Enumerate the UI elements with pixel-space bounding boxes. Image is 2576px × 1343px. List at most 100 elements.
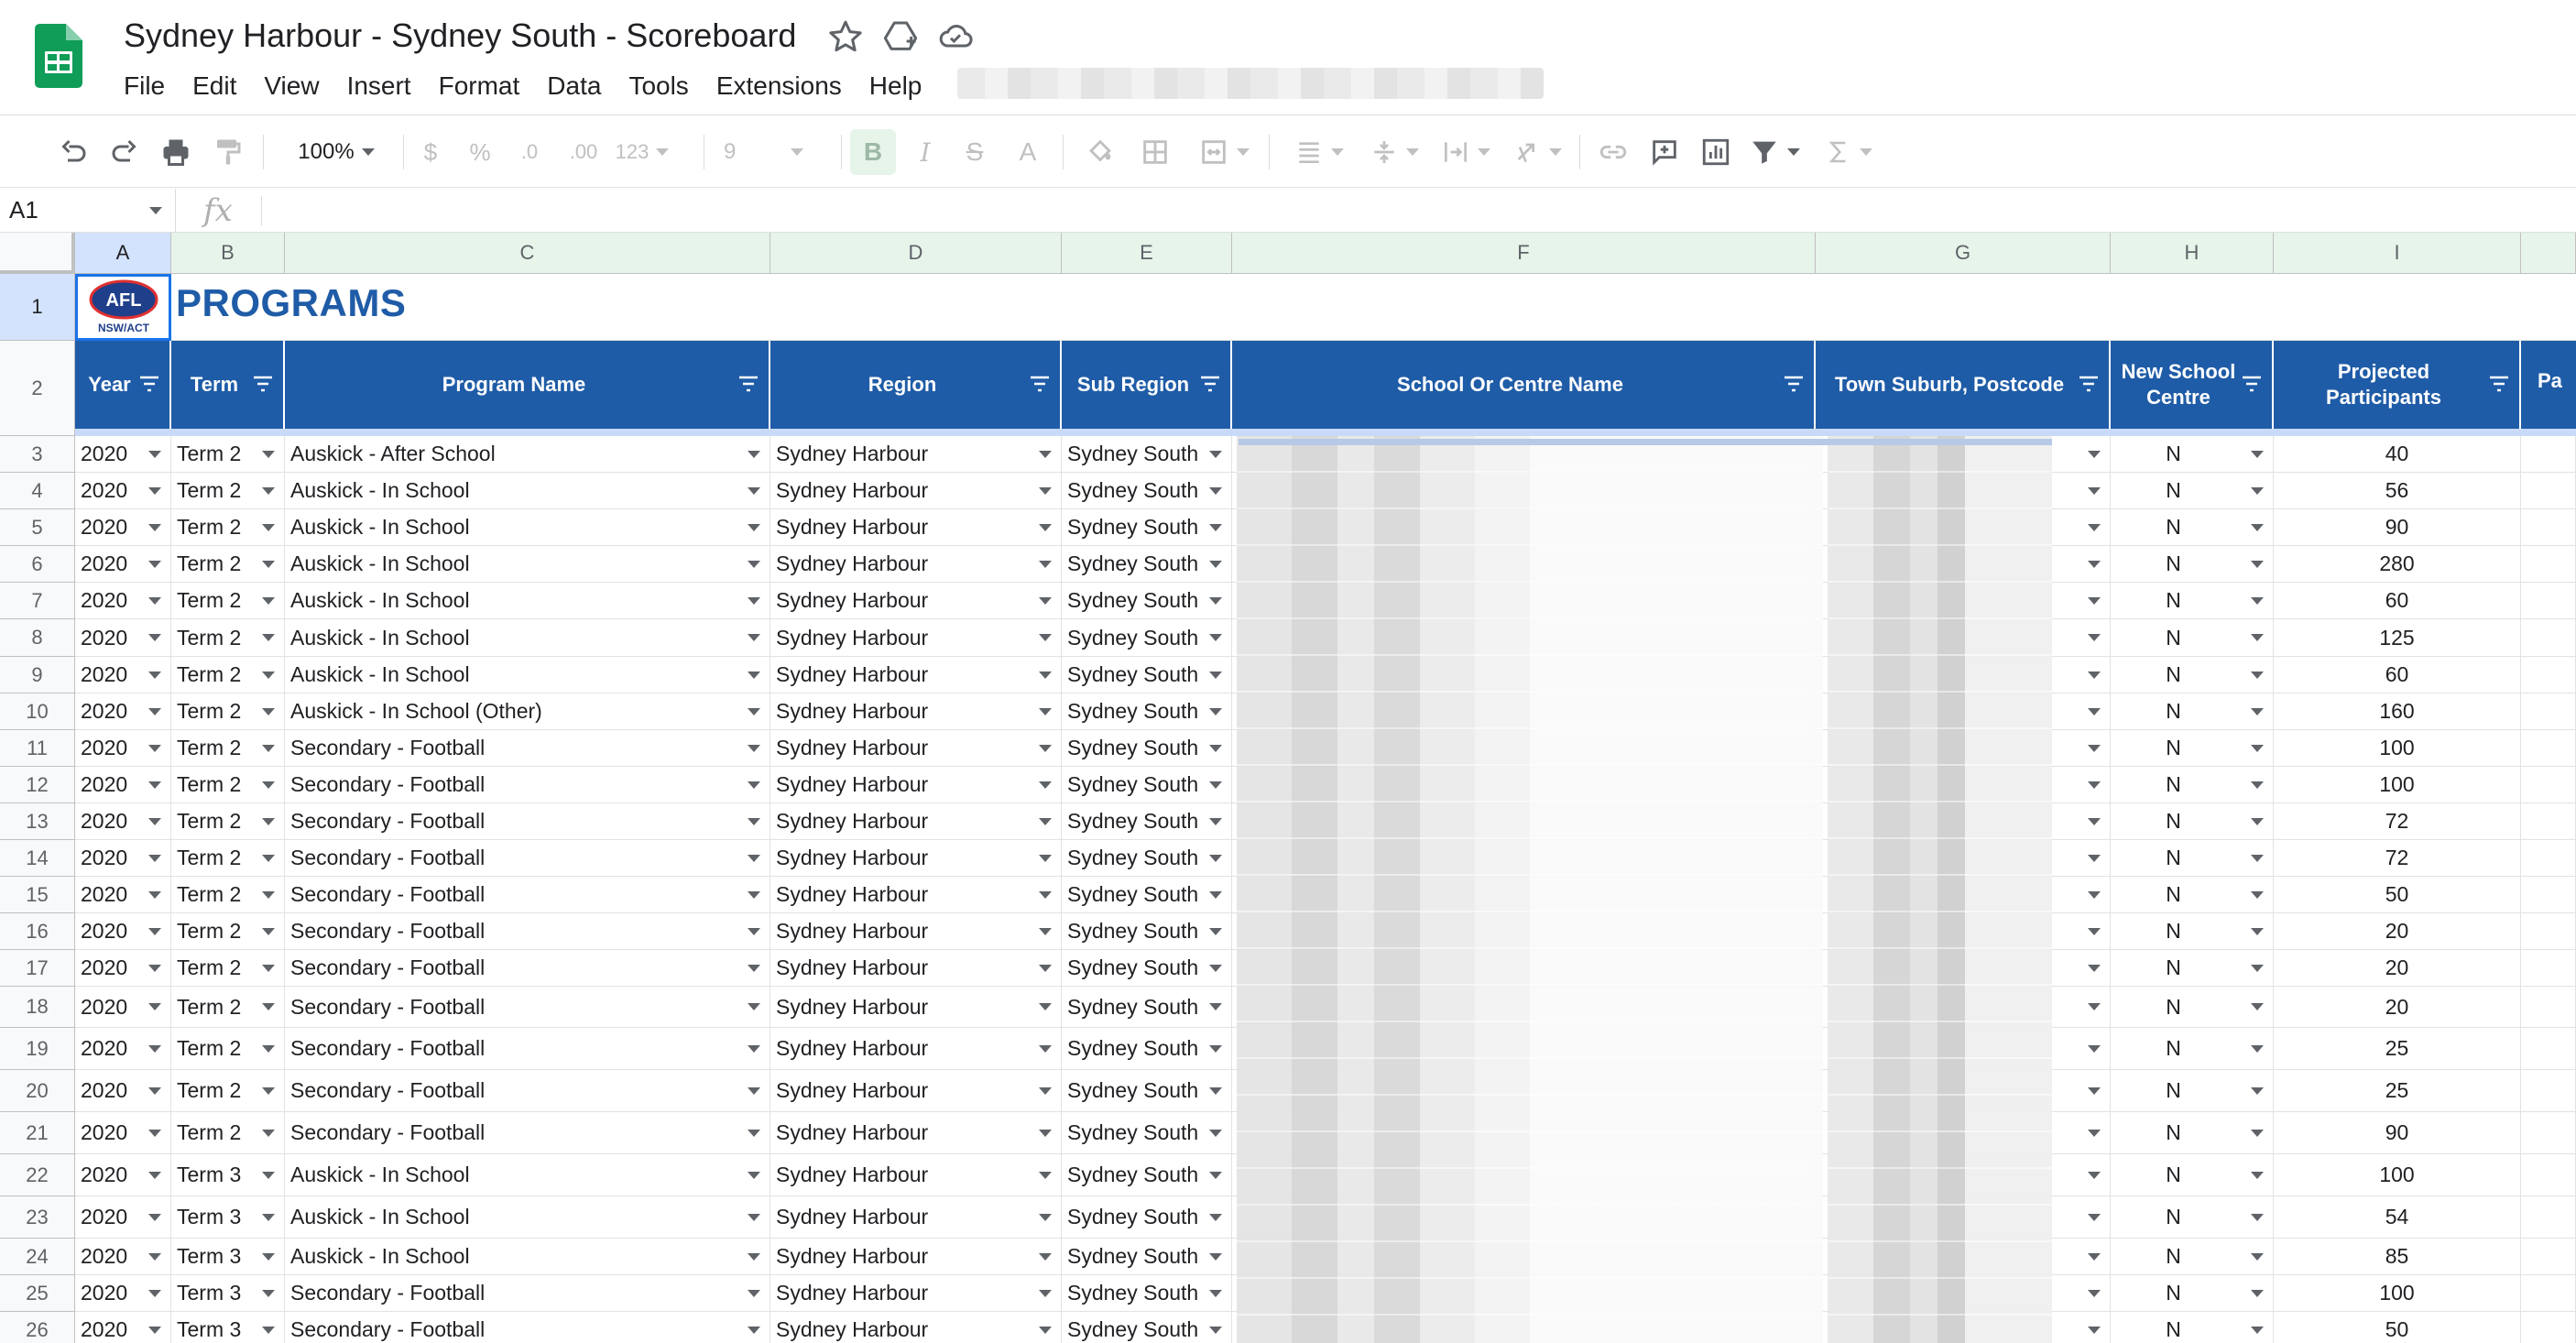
table-cell[interactable] — [2521, 546, 2576, 582]
table-cell[interactable] — [2521, 950, 2576, 986]
table-cell[interactable]: N — [2111, 509, 2274, 545]
table-cell[interactable]: 60 — [2274, 657, 2521, 693]
dropdown-chevron-icon[interactable] — [2251, 560, 2264, 568]
table-cell[interactable]: Sydney Harbour — [770, 913, 1062, 949]
table-cell[interactable]: 60 — [2274, 583, 2521, 618]
dropdown-chevron-icon[interactable] — [2088, 560, 2101, 568]
dropdown-chevron-icon[interactable] — [1209, 1289, 1222, 1297]
currency-format-button[interactable]: $ — [414, 129, 447, 175]
table-cell[interactable] — [2521, 1028, 2576, 1069]
table-cell[interactable]: Secondary - Football — [285, 913, 770, 949]
table-cell[interactable]: Sydney South — [1062, 730, 1232, 766]
dropdown-chevron-icon[interactable] — [262, 744, 275, 752]
dropdown-chevron-icon[interactable] — [1039, 1289, 1052, 1297]
dropdown-chevron-icon[interactable] — [148, 671, 161, 679]
filter-icon[interactable] — [2241, 375, 2263, 393]
table-cell[interactable]: Auskick - After School — [285, 436, 770, 472]
dropdown-chevron-icon[interactable] — [748, 744, 760, 752]
dropdown-chevron-icon[interactable] — [2251, 1003, 2264, 1010]
table-cell[interactable] — [2521, 509, 2576, 545]
dropdown-chevron-icon[interactable] — [148, 450, 161, 458]
dropdown-chevron-icon[interactable] — [262, 671, 275, 679]
header-year[interactable]: Year — [75, 341, 171, 429]
table-cell[interactable]: Term 3 — [171, 1196, 285, 1238]
dropdown-chevron-icon[interactable] — [2088, 486, 2101, 495]
table-cell[interactable]: Sydney Harbour — [770, 436, 1062, 472]
dropdown-chevron-icon[interactable] — [2088, 1326, 2101, 1334]
dropdown-chevron-icon[interactable] — [2088, 1044, 2101, 1053]
table-cell[interactable]: Sydney South — [1062, 546, 1232, 582]
row-header[interactable]: 18 — [0, 987, 75, 1028]
dropdown-chevron-icon[interactable] — [748, 817, 760, 825]
table-cell[interactable]: Sydney Harbour — [770, 619, 1062, 656]
table-cell[interactable]: 54 — [2274, 1196, 2521, 1238]
dropdown-chevron-icon[interactable] — [1209, 1252, 1222, 1261]
table-cell[interactable]: Term 2 — [171, 583, 285, 618]
table-cell[interactable]: N — [2111, 730, 2274, 766]
dropdown-chevron-icon[interactable] — [748, 707, 760, 715]
row-header[interactable]: 7 — [0, 583, 75, 619]
dropdown-chevron-icon[interactable] — [2251, 1044, 2264, 1053]
table-cell[interactable] — [2521, 877, 2576, 912]
dropdown-chevron-icon[interactable] — [1209, 671, 1222, 679]
table-cell[interactable]: Sydney South — [1062, 1239, 1232, 1274]
dropdown-chevron-icon[interactable] — [148, 781, 161, 789]
table-cell[interactable]: Term 2 — [171, 473, 285, 508]
table-cell[interactable]: Sydney South — [1062, 803, 1232, 839]
dropdown-chevron-icon[interactable] — [2088, 964, 2101, 972]
table-cell[interactable]: N — [2111, 657, 2274, 693]
row-header[interactable]: 25 — [0, 1275, 75, 1312]
table-cell[interactable]: Term 3 — [171, 1275, 285, 1311]
table-cell[interactable]: 100 — [2274, 1154, 2521, 1196]
table-cell[interactable]: Term 2 — [171, 1028, 285, 1069]
select-all-corner[interactable] — [0, 233, 75, 274]
font-size-select[interactable]: 9 — [724, 129, 834, 175]
table-cell[interactable]: Secondary - Football — [285, 840, 770, 876]
table-cell[interactable]: Sydney Harbour — [770, 657, 1062, 693]
header-projected-participants[interactable]: Projected Participants — [2274, 341, 2521, 429]
row-header[interactable]: 24 — [0, 1239, 75, 1275]
header-program-name[interactable]: Program Name — [285, 341, 770, 429]
table-cell[interactable]: Sydney Harbour — [770, 840, 1062, 876]
dropdown-chevron-icon[interactable] — [148, 1086, 161, 1095]
table-cell[interactable]: Secondary - Football — [285, 730, 770, 766]
functions-icon[interactable] — [1819, 129, 1878, 175]
table-cell[interactable]: Secondary - Football — [285, 877, 770, 912]
dropdown-chevron-icon[interactable] — [148, 1129, 161, 1137]
header-next-column-partial[interactable]: Pa — [2521, 368, 2576, 429]
dropdown-chevron-icon[interactable] — [748, 1086, 760, 1095]
header-region[interactable]: Region — [770, 341, 1062, 429]
table-cell[interactable]: 50 — [2274, 1312, 2521, 1343]
dropdown-chevron-icon[interactable] — [262, 1129, 275, 1137]
table-cell[interactable]: 2020 — [75, 1275, 171, 1311]
dropdown-chevron-icon[interactable] — [262, 890, 275, 899]
menu-view[interactable]: View — [264, 70, 319, 106]
dropdown-chevron-icon[interactable] — [748, 1044, 760, 1053]
row-header[interactable]: 17 — [0, 950, 75, 987]
insert-comment-icon[interactable] — [1642, 129, 1687, 175]
filter-icon[interactable] — [1029, 375, 1051, 393]
bold-button[interactable]: B — [850, 129, 896, 175]
row-header[interactable]: 16 — [0, 913, 75, 950]
dropdown-chevron-icon[interactable] — [2088, 596, 2101, 605]
table-cell[interactable]: 160 — [2274, 693, 2521, 729]
table-cell[interactable]: Sydney South — [1062, 877, 1232, 912]
table-cell[interactable]: Sydney Harbour — [770, 693, 1062, 729]
insert-chart-icon[interactable] — [1693, 129, 1739, 175]
table-cell[interactable]: Secondary - Football — [285, 1275, 770, 1311]
dropdown-chevron-icon[interactable] — [262, 1003, 275, 1010]
table-cell[interactable]: Auskick - In School — [285, 546, 770, 582]
table-cell[interactable]: Sydney South — [1062, 1196, 1232, 1238]
table-cell[interactable]: Term 3 — [171, 1239, 285, 1274]
table-cell[interactable]: 2020 — [75, 509, 171, 545]
header-town-suburb-postcode[interactable]: Town Suburb, Postcode — [1816, 341, 2111, 429]
table-cell[interactable]: 2020 — [75, 693, 171, 729]
decrease-decimal-button[interactable]: .0 — [509, 129, 550, 175]
dropdown-chevron-icon[interactable] — [2088, 450, 2101, 458]
table-cell[interactable]: Sydney Harbour — [770, 583, 1062, 618]
table-cell[interactable]: 25 — [2274, 1028, 2521, 1069]
dropdown-chevron-icon[interactable] — [2088, 1171, 2101, 1179]
dropdown-chevron-icon[interactable] — [1039, 1129, 1052, 1137]
row-header[interactable]: 23 — [0, 1196, 75, 1239]
column-header-a[interactable]: A — [75, 233, 171, 274]
